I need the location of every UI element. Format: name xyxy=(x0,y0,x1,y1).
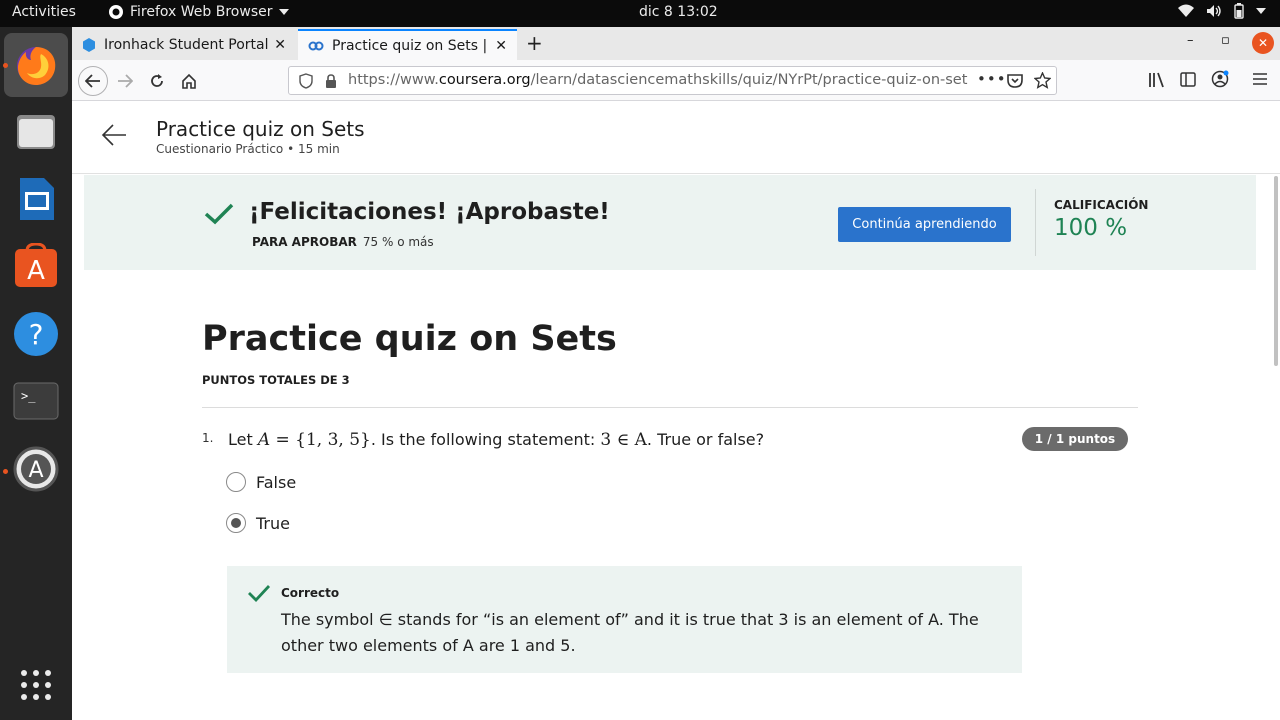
reload-icon xyxy=(151,74,163,87)
tab-coursera[interactable]: Practice quiz on Sets | Co ✕ xyxy=(298,29,517,60)
close-tab-icon[interactable]: ✕ xyxy=(495,38,507,54)
new-tab-button[interactable]: + xyxy=(526,31,543,55)
svg-text:A: A xyxy=(28,458,43,483)
tab-title: Ironhack Student Portal xyxy=(104,36,269,53)
back-arrow-icon[interactable] xyxy=(100,123,128,147)
dock-firefox[interactable] xyxy=(4,33,68,97)
account-icon[interactable] xyxy=(1211,70,1229,88)
sidebar-icon[interactable] xyxy=(1180,72,1196,87)
total-points: PUNTOS TOTALES DE 3 xyxy=(202,373,350,387)
svg-text:>_: >_ xyxy=(21,389,36,403)
congrats-heading: ¡Felicitaciones! ¡Aprobaste! xyxy=(249,199,610,225)
close-window-button[interactable]: ✕ xyxy=(1252,32,1274,54)
activities-button[interactable]: Activities xyxy=(12,4,76,20)
clock[interactable]: dic 8 13:02 xyxy=(639,4,718,20)
hamburger-menu-icon[interactable] xyxy=(1253,73,1267,85)
ubuntu-software-icon: A xyxy=(15,243,57,287)
header-title: Practice quiz on Sets xyxy=(156,117,365,141)
forward-button[interactable] xyxy=(110,66,140,96)
battery-icon xyxy=(1234,3,1244,19)
svg-text:A: A xyxy=(27,256,45,286)
running-indicator xyxy=(3,63,8,68)
software-updater-icon: A xyxy=(13,446,59,492)
result-banner: ¡Felicitaciones! ¡Aprobaste! PARA APROBA… xyxy=(84,175,1256,270)
pocket-icon[interactable] xyxy=(1007,73,1023,88)
help-icon: ? xyxy=(14,312,58,356)
arrow-right-icon xyxy=(118,74,133,88)
dock-software-updater[interactable]: A xyxy=(12,445,60,493)
close-tab-icon[interactable]: ✕ xyxy=(274,37,286,53)
running-indicator xyxy=(3,469,8,474)
tab-title: Practice quiz on Sets | Co xyxy=(332,37,492,54)
feedback-box: Correcto The symbol ∈ stands for “is an … xyxy=(227,566,1022,673)
radio-button[interactable] xyxy=(226,472,246,492)
radio-button-selected[interactable] xyxy=(226,513,246,533)
points-badge: 1 / 1 puntos xyxy=(1022,427,1128,451)
dock-ubuntu-software[interactable]: A xyxy=(12,242,60,290)
bookmark-star-icon[interactable] xyxy=(1034,72,1051,89)
dock-files[interactable] xyxy=(12,107,60,155)
tracking-protection-icon[interactable] xyxy=(299,73,313,89)
home-button[interactable] xyxy=(174,66,204,96)
app-menu-label: Firefox Web Browser xyxy=(130,4,273,20)
quiz-title: Practice quiz on Sets xyxy=(202,319,617,359)
app-menu[interactable]: Firefox Web Browser xyxy=(108,4,289,20)
scrollbar[interactable] xyxy=(1274,176,1278,366)
page-actions-menu-icon[interactable]: ••• xyxy=(977,70,1007,88)
svg-text:?: ? xyxy=(29,318,44,351)
library-icon[interactable] xyxy=(1148,72,1166,88)
firefox-icon xyxy=(17,47,56,85)
grade-value: 100 % xyxy=(1054,215,1128,241)
system-tray[interactable] xyxy=(1178,3,1266,19)
quiz-header: Practice quiz on Sets Cuestionario Práct… xyxy=(72,101,1280,174)
reload-button[interactable] xyxy=(142,66,172,96)
divider xyxy=(202,407,1138,408)
arrow-left-icon xyxy=(85,74,100,88)
check-icon xyxy=(248,585,271,602)
dock-help[interactable]: ? xyxy=(12,310,60,358)
grade-label: CALIFICACIÓN xyxy=(1054,198,1149,212)
url-bar[interactable]: https://www.coursera.org/learn/datascien… xyxy=(288,66,1057,95)
terminal-icon: >_ xyxy=(13,382,59,420)
tab-bar: Ironhack Student Portal ✕ Practice quiz … xyxy=(72,27,1280,60)
volume-icon xyxy=(1207,5,1221,17)
chevron-down-icon xyxy=(278,9,289,15)
ironhack-favicon-icon xyxy=(83,37,95,52)
feedback-text: The symbol ∈ stands for “is an element o… xyxy=(281,610,979,655)
home-icon xyxy=(182,73,196,89)
check-icon xyxy=(204,203,234,225)
divider xyxy=(1035,189,1036,256)
dock-libreoffice-impress[interactable] xyxy=(12,175,60,223)
option-true[interactable]: True xyxy=(226,513,290,533)
libreoffice-impress-icon xyxy=(20,178,54,220)
show-applications-button[interactable] xyxy=(12,661,60,709)
back-button[interactable] xyxy=(78,66,108,96)
system-top-bar: Activities Firefox Web Browser dic 8 13:… xyxy=(0,0,1280,27)
dock: A ? >_ A xyxy=(0,27,72,720)
question-number: 1. xyxy=(202,431,214,445)
coursera-favicon-icon xyxy=(308,41,324,50)
passing-requirement: PARA APROBAR 75 % o más xyxy=(252,235,434,249)
option-label: True xyxy=(256,513,290,533)
power-menu-icon xyxy=(1256,8,1266,14)
option-label: False xyxy=(256,472,297,492)
url-text: https://www.coursera.org/learn/datascien… xyxy=(348,72,968,88)
navigation-bar: https://www.coursera.org/learn/datascien… xyxy=(72,60,1280,101)
firefox-small-icon xyxy=(109,5,123,19)
continue-learning-button[interactable]: Continúa aprendiendo xyxy=(838,207,1011,242)
files-icon xyxy=(17,115,55,149)
wifi-icon xyxy=(1178,4,1194,17)
tab-ironhack[interactable]: Ironhack Student Portal ✕ xyxy=(72,29,296,60)
option-false[interactable]: False xyxy=(226,472,296,492)
dock-terminal[interactable]: >_ xyxy=(12,377,60,425)
radio-dot xyxy=(231,518,241,528)
lock-icon[interactable] xyxy=(325,74,337,88)
question-text: Let A = {1, 3, 5}. Is the following stat… xyxy=(228,430,765,450)
app-grid-icon xyxy=(21,670,51,700)
header-subtitle: Cuestionario Práctico • 15 min xyxy=(156,142,340,156)
web-page: Practice quiz on Sets Cuestionario Práct… xyxy=(72,101,1280,720)
feedback-label: Correcto xyxy=(281,586,340,600)
maximize-button[interactable]: ▫ xyxy=(1221,33,1230,48)
minimize-button[interactable]: – xyxy=(1187,33,1194,48)
